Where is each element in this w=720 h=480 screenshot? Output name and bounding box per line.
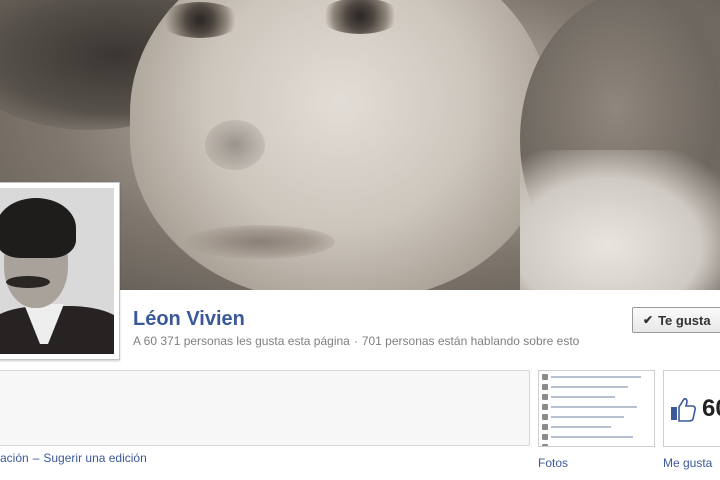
thumbs-up-icon xyxy=(671,398,697,422)
photo-thumb-line xyxy=(551,376,641,378)
profile-picture[interactable] xyxy=(0,188,114,354)
photo-thumb-avatar xyxy=(542,394,548,400)
likes-link[interactable]: Me gusta xyxy=(663,456,712,470)
suggest-edit-link[interactable]: Sugerir una edición xyxy=(43,451,146,465)
photo-thumb-line xyxy=(551,406,637,408)
photo-thumb-row xyxy=(542,433,651,441)
cover-nose xyxy=(205,120,265,170)
stats-separator: · xyxy=(353,334,358,348)
photo-thumb-line xyxy=(551,396,615,398)
photo-thumb-avatar xyxy=(542,414,548,420)
info-links: ación – Sugerir una edición xyxy=(0,451,147,465)
info-links-separator: – xyxy=(32,451,40,465)
photo-thumb-line xyxy=(551,436,633,438)
cover-collar xyxy=(520,150,720,290)
cover-mouth xyxy=(185,225,335,259)
likes-count: 60 xyxy=(702,395,720,422)
likes-count-text[interactable]: A 60 371 personas les gusta esta página xyxy=(133,334,350,348)
photo-thumb-row xyxy=(542,443,651,447)
page-title[interactable]: Léon Vivien xyxy=(133,308,245,331)
photo-thumb-row xyxy=(542,403,651,411)
photo-thumb-row xyxy=(542,373,651,381)
liked-button-label: Te gusta xyxy=(658,312,711,328)
photo-thumb-row xyxy=(542,383,651,391)
avatar-mustache xyxy=(6,276,50,288)
photo-thumb-line xyxy=(551,426,611,428)
photo-thumb-line xyxy=(551,416,624,418)
likes-box[interactable]: 60 xyxy=(663,370,720,447)
info-link[interactable]: ación xyxy=(0,451,29,465)
checkmark-icon: ✔ xyxy=(643,313,654,327)
photo-thumb-line xyxy=(551,386,628,388)
photo-thumb-avatar xyxy=(542,384,548,390)
photo-thumb-avatar xyxy=(542,434,548,440)
photo-thumb-row xyxy=(542,393,651,401)
info-box xyxy=(0,370,530,446)
photo-thumb-avatar xyxy=(542,444,548,446)
page-stats: A 60 371 personas les gusta esta página ·… xyxy=(133,334,579,348)
photo-thumb-line xyxy=(551,446,620,447)
photo-thumb-row xyxy=(542,413,651,421)
talking-about-text[interactable]: 701 personas están hablando sobre esto xyxy=(362,334,580,348)
avatar-hair xyxy=(0,198,76,258)
photo-thumb-avatar xyxy=(542,424,548,430)
cover-eye-left xyxy=(160,2,240,38)
photos-link[interactable]: Fotos xyxy=(538,456,568,470)
profile-picture-frame[interactable] xyxy=(0,182,120,360)
photos-thumbnail[interactable] xyxy=(538,370,655,447)
photo-thumb-avatar xyxy=(542,404,548,410)
photo-thumb-avatar xyxy=(542,374,548,380)
liked-button[interactable]: ✔ Te gusta xyxy=(632,307,720,333)
photo-thumb-row xyxy=(542,423,651,431)
